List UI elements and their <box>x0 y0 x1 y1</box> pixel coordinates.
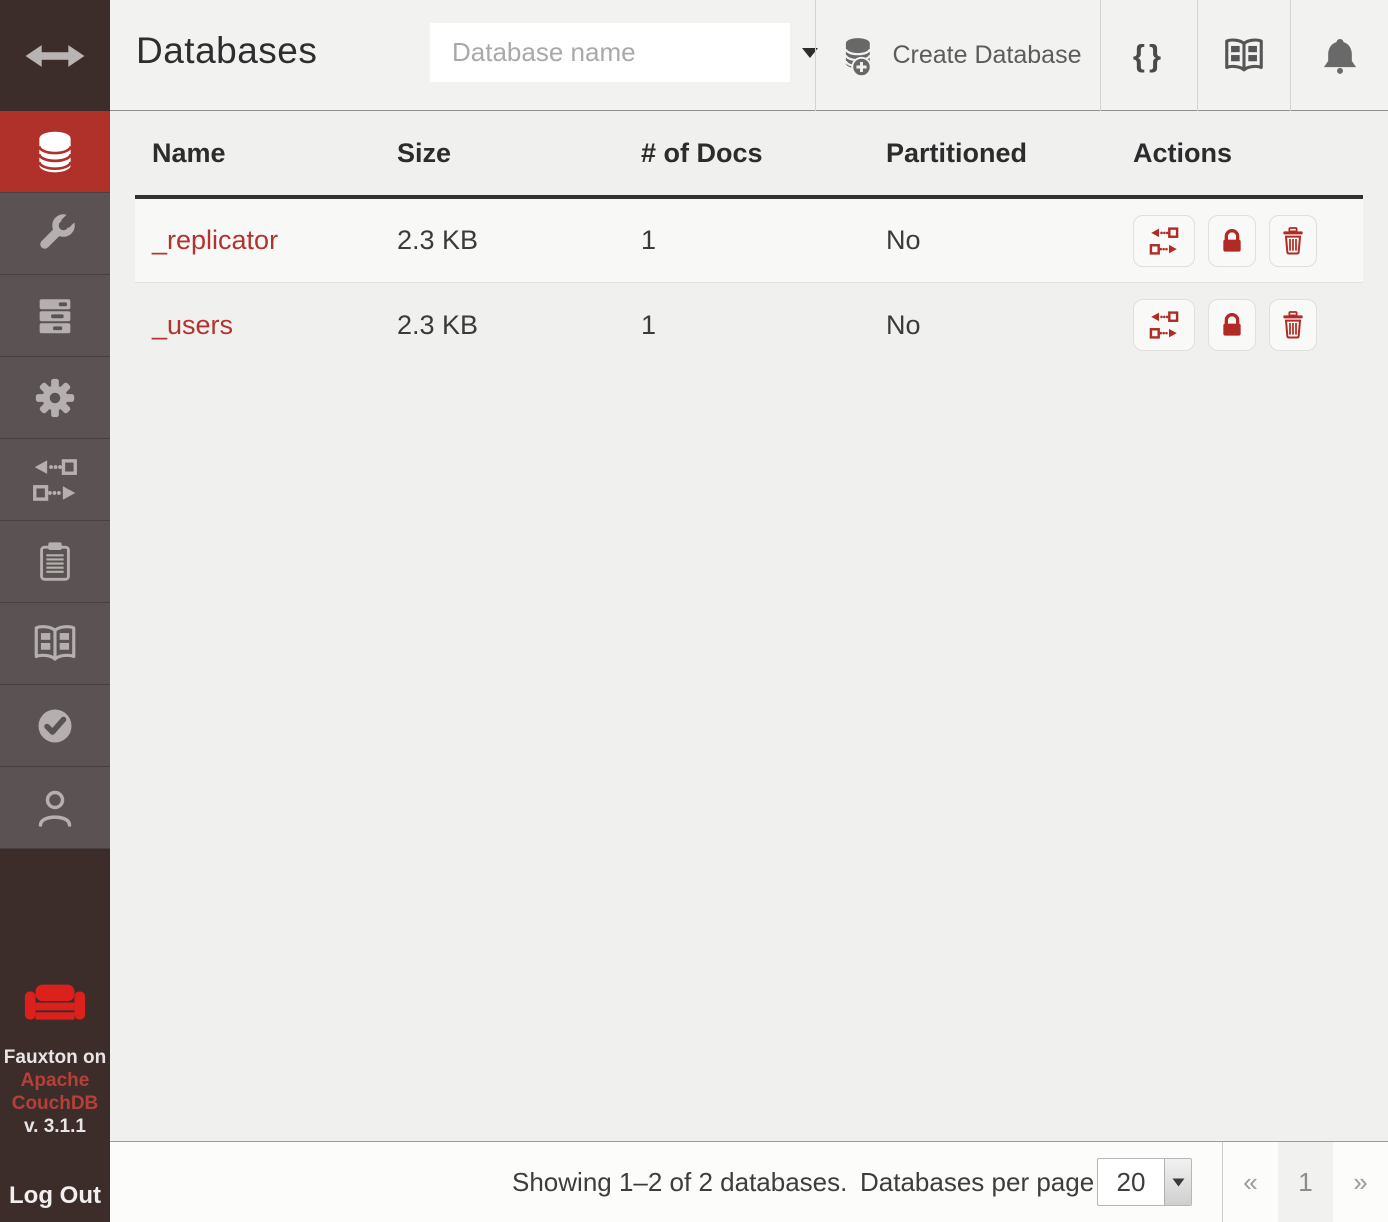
pagination: « 1 » <box>1223 1142 1388 1222</box>
pagination-page-1[interactable]: 1 <box>1278 1142 1333 1222</box>
database-icon <box>30 127 80 177</box>
book-icon <box>1221 33 1267 79</box>
sidebar-item-configuration[interactable] <box>0 357 110 439</box>
size-cell: 2.3 KB <box>380 225 624 256</box>
sidebar-item-setup[interactable] <box>0 193 110 275</box>
lock-icon <box>1216 225 1248 257</box>
brand-line-3: CouchDB <box>0 1092 110 1115</box>
page-title: Databases <box>136 30 317 72</box>
sidebar-item-account[interactable] <box>0 767 110 849</box>
column-header-actions: Actions <box>1116 138 1363 169</box>
api-url-button[interactable]: {} <box>1100 0 1197 111</box>
per-page-label: Databases per page <box>860 1142 1094 1222</box>
trash-icon <box>1277 225 1309 257</box>
docs-cell: 1 <box>624 310 869 341</box>
size-cell: 2.3 KB <box>380 310 624 341</box>
column-header-docs: # of Docs <box>624 138 869 169</box>
fauxton-brand: Fauxton on Apache CouchDB v. 3.1.1 <box>0 980 110 1138</box>
trash-icon <box>1277 309 1309 341</box>
delete-database-button[interactable] <box>1269 299 1317 351</box>
table-header-row: Name Size # of Docs Partitioned Actions <box>135 111 1363 199</box>
delete-database-button[interactable] <box>1269 215 1317 267</box>
create-database-button[interactable]: Create Database <box>815 0 1100 111</box>
documentation-button[interactable] <box>1197 0 1290 111</box>
actions-cell <box>1116 299 1363 351</box>
lock-icon <box>1216 309 1248 341</box>
pagination-next-button[interactable]: » <box>1333 1142 1388 1222</box>
logout-button[interactable]: Log Out <box>0 1182 110 1210</box>
book-icon <box>30 619 80 669</box>
column-header-name: Name <box>135 138 380 169</box>
replicate-database-button[interactable] <box>1133 299 1195 351</box>
sidebar-item-databases[interactable] <box>0 111 110 193</box>
replicate-database-button[interactable] <box>1133 215 1195 267</box>
active-tasks-icon <box>32 293 78 339</box>
column-header-partitioned: Partitioned <box>869 138 1116 169</box>
per-page-value: 20 <box>1098 1159 1164 1205</box>
showing-status-text: Showing 1–2 of 2 databases. <box>512 1142 847 1222</box>
database-link[interactable]: _users <box>152 310 233 340</box>
brand-line-2: Apache <box>0 1069 110 1092</box>
sidebar-collapse-toggle[interactable] <box>0 0 110 111</box>
clipboard-icon <box>32 539 78 585</box>
select-arrow-icon <box>1164 1159 1191 1205</box>
user-icon <box>31 784 79 832</box>
sidebar: Fauxton on Apache CouchDB v. 3.1.1 Log O… <box>0 0 110 1222</box>
gear-icon <box>32 375 78 421</box>
actions-cell <box>1116 215 1363 267</box>
sidebar-item-replication[interactable] <box>0 439 110 521</box>
page-header: Databases Create Database {} <box>110 0 1388 111</box>
sidebar-item-documentation[interactable] <box>0 603 110 685</box>
replicate-icon <box>1147 308 1181 342</box>
notifications-button[interactable] <box>1290 0 1388 111</box>
databases-table: Name Size # of Docs Partitioned Actions … <box>135 111 1363 367</box>
footer-bar: Showing 1–2 of 2 databases. Databases pe… <box>110 1141 1388 1222</box>
table-row: _users 2.3 KB 1 No <box>135 283 1363 367</box>
brand-line-4: v. 3.1.1 <box>0 1115 110 1138</box>
create-database-icon <box>834 34 878 78</box>
bell-icon <box>1319 34 1361 78</box>
partitioned-cell: No <box>869 225 1116 256</box>
couchdb-logo-icon <box>22 980 88 1032</box>
collapse-arrows-icon <box>24 37 86 75</box>
replicate-icon <box>1147 224 1181 258</box>
create-database-label: Create Database <box>892 41 1081 70</box>
wrench-icon <box>31 210 79 258</box>
set-permissions-button[interactable] <box>1208 215 1256 267</box>
braces-icon: {} <box>1133 38 1165 74</box>
column-header-size: Size <box>380 138 624 169</box>
database-name-combobox <box>430 23 790 82</box>
table-row: _replicator 2.3 KB 1 No <box>135 199 1363 283</box>
brand-line-1: Fauxton on <box>0 1046 110 1069</box>
sidebar-item-verify[interactable] <box>0 685 110 767</box>
set-permissions-button[interactable] <box>1208 299 1256 351</box>
docs-cell: 1 <box>624 225 869 256</box>
replication-icon <box>28 453 82 507</box>
verify-check-icon <box>31 702 79 750</box>
pagination-prev-button[interactable]: « <box>1223 1142 1278 1222</box>
partitioned-cell: No <box>869 310 1116 341</box>
database-name-input[interactable] <box>430 23 797 82</box>
sidebar-item-tasks-clipboard[interactable] <box>0 521 110 603</box>
per-page-select[interactable]: 20 <box>1097 1158 1192 1206</box>
sidebar-item-active-tasks[interactable] <box>0 275 110 357</box>
database-link[interactable]: _replicator <box>152 225 278 255</box>
